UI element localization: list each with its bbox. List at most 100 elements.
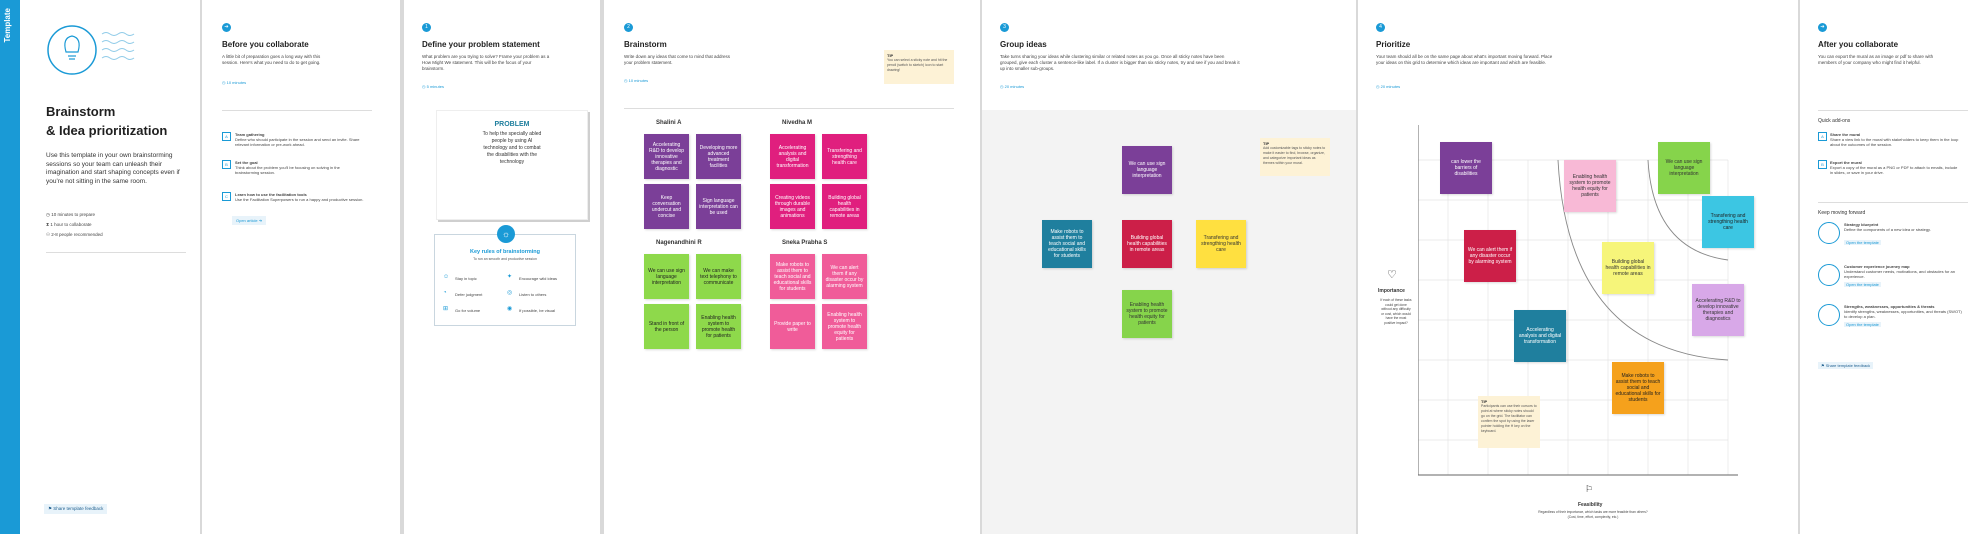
group-title: Group ideas [1000, 40, 1047, 49]
divider [1818, 202, 1968, 203]
open-template-link[interactable]: Open the template [1844, 282, 1881, 287]
sticky-note[interactable]: We can make text telephony to communicat… [696, 254, 741, 299]
lightbulb-icon [47, 25, 135, 75]
define-desc: What problem are you trying to solve? Fr… [422, 54, 550, 71]
sticky-note[interactable]: Enabling health system to promote health… [822, 304, 867, 349]
step-number: 2 [624, 23, 633, 32]
sticky-note[interactable]: We can alert them if any disaster occur … [1464, 230, 1516, 282]
open-article-label: Open article [236, 218, 258, 223]
arrow-icon: ➔ [222, 23, 231, 32]
share-feedback-button[interactable]: ⚑ Share template feedback [44, 504, 108, 514]
brainstorm-desc: Write down any ideas that come to mind t… [624, 54, 730, 65]
sticky-note[interactable]: Accelerating R&D to develop innovative t… [1692, 284, 1744, 336]
group-tip: TIP Add customizable tags to sticky notes… [1260, 138, 1330, 176]
define-time: ◷ 5 minutes [422, 84, 444, 89]
sticky-note[interactable]: Developing more advanced treatment facil… [696, 134, 741, 179]
sticky-note[interactable]: We can alert them if any disaster occur … [822, 254, 867, 299]
sticky-note[interactable]: Sign language interpretation can be used [696, 184, 741, 229]
brainstorm-tip: TIP You can select a sticky note and hit … [884, 50, 954, 84]
step-number: 1 [422, 23, 431, 32]
template-brand-strip: Template [0, 0, 20, 534]
rule-item: Encourage wild ideas [519, 276, 558, 281]
step-text: Define who should participate in the ses… [235, 137, 360, 147]
step-text: Use the Facilitation Superpowers to run … [235, 197, 364, 202]
open-article-link[interactable]: Open article ➔ [232, 216, 267, 225]
rule-icon: ◔ [443, 290, 447, 296]
sticky-note[interactable]: Building global health capabilities in r… [1602, 242, 1654, 294]
sticky-note[interactable]: We can use sign language interpretation [1122, 146, 1172, 194]
after-panel: ➔ After you collaborate You can export t… [1800, 0, 1969, 534]
rule-item: Defer judgment [455, 292, 483, 297]
prioritize-time: ◷ 20 minutes [1376, 84, 1401, 89]
quick-letter-icon: B [1818, 160, 1827, 169]
importance-label: Importance [1378, 288, 1405, 294]
template-thumb-icon [1818, 304, 1840, 326]
rule-icon: ⊞ [443, 306, 449, 312]
sticky-note[interactable]: Transfering and strengthing health care [1196, 220, 1246, 268]
sticky-note[interactable]: Make robots to assist them to teach soci… [1612, 362, 1664, 414]
tip-text: Participants can use their cursors to po… [1481, 404, 1537, 433]
sticky-note[interactable]: Stand in front of the person [644, 304, 689, 349]
forward-text: Identify strengths, weaknesses, opportun… [1844, 309, 1962, 319]
sticky-note[interactable]: Make robots to assist them to teach soci… [770, 254, 815, 299]
sticky-note[interactable]: Keep conversation undercut and concise [644, 184, 689, 229]
intro-meta-3: ⚇ 2-8 people recommended [46, 232, 103, 237]
after-feedback-button[interactable]: ⚑ Share template feedback [1818, 362, 1874, 369]
problem-text: To help the specially abled people by us… [482, 131, 542, 165]
rule-icon: ◎ [507, 290, 513, 296]
feasibility-label: Feasibility [1578, 502, 1603, 508]
sticky-note[interactable]: Enabling health system to promote health… [1122, 290, 1172, 338]
step-text: Think about the problem you'll be focusi… [235, 165, 340, 175]
rule-icon: ☺ [443, 274, 450, 280]
sticky-note[interactable]: Building global health capabilities in r… [1122, 220, 1172, 268]
forward-text: Define the components of a new idea or s… [1844, 227, 1931, 232]
brand-label: Template [3, 8, 12, 43]
group-time-label: 20 minutes [1004, 84, 1025, 89]
rule-item: If possible, be visual [519, 308, 556, 313]
problem-card[interactable]: PROBLEM To help the specially abled peop… [436, 110, 588, 220]
template-thumb-icon [1818, 264, 1840, 286]
sticky-note[interactable]: Transfering and strengthing health care [822, 134, 867, 179]
after-desc: You can export the mural as an image or … [1818, 54, 1934, 65]
define-time-label: 5 minutes [426, 84, 444, 89]
sticky-note[interactable]: Building global health capabilities in r… [822, 184, 867, 229]
divider [624, 108, 954, 109]
sticky-note[interactable]: Transfering and strengthing health care [1702, 196, 1754, 248]
sticky-note[interactable]: We can use sign language interpretation [1658, 142, 1710, 194]
rule-item: Go for volume [455, 308, 481, 313]
define-title: Define your problem statement [422, 40, 540, 49]
group-time: ◷ 20 minutes [1000, 84, 1025, 89]
prioritize-time-label: 20 minutes [1380, 84, 1401, 89]
open-template-link[interactable]: Open the template [1844, 322, 1881, 327]
sticky-note[interactable]: Creating videos through durable images a… [770, 184, 815, 229]
sticky-note[interactable]: Enabling health system to promote health… [696, 304, 741, 349]
feasibility-text: Regardless of their importance, which ta… [1538, 510, 1648, 519]
group-name: Nagenandhini R [656, 240, 702, 246]
sticky-note[interactable]: can lower the barriers of disabilities [1440, 142, 1492, 194]
sticky-note[interactable]: Accelerating analysis and digital transf… [770, 134, 815, 179]
divider [1818, 110, 1968, 111]
before-time-label: 10 minutes [226, 80, 247, 85]
intro-title-1: Brainstorm [46, 104, 116, 119]
brain-icon: ☼ [497, 225, 515, 243]
quick-title: Quick add-ons [1818, 118, 1851, 124]
share-feedback-label: Share template feedback [53, 506, 104, 511]
sticky-note[interactable]: Accelerating R&D to develop innovative t… [644, 134, 689, 179]
sticky-note[interactable]: Make robots to assist them to teach soci… [1042, 220, 1092, 268]
meta-prepare: 10 minutes to prepare [51, 212, 95, 217]
quick-text: Export a copy of the mural as a PNG or P… [1830, 165, 1958, 175]
before-panel: ➔ Before you collaborate A little bit of… [202, 0, 400, 534]
intro-description: Use this template in your own brainstorm… [46, 152, 180, 185]
sticky-note[interactable]: We can use sign language interpretation [644, 254, 689, 299]
rule-item: Listen to others [519, 292, 547, 297]
rules-sub: To run an smooth and productive session [473, 257, 537, 261]
meta-collaborate: 1 hour to collaborate [50, 222, 92, 227]
sticky-note[interactable]: Accelerating analysis and digital transf… [1514, 310, 1566, 362]
sticky-note[interactable]: Provide paper to write [770, 304, 815, 349]
divider [222, 110, 372, 111]
rules-title: Key rules of brainstorming [470, 249, 540, 255]
group-panel: 3 Group ideas Take turns sharing your id… [982, 0, 1356, 534]
open-template-link[interactable]: Open the template [1844, 240, 1881, 245]
after-title: After you collaborate [1818, 40, 1899, 49]
sticky-note[interactable]: Enabling health system to promote health… [1564, 160, 1616, 212]
